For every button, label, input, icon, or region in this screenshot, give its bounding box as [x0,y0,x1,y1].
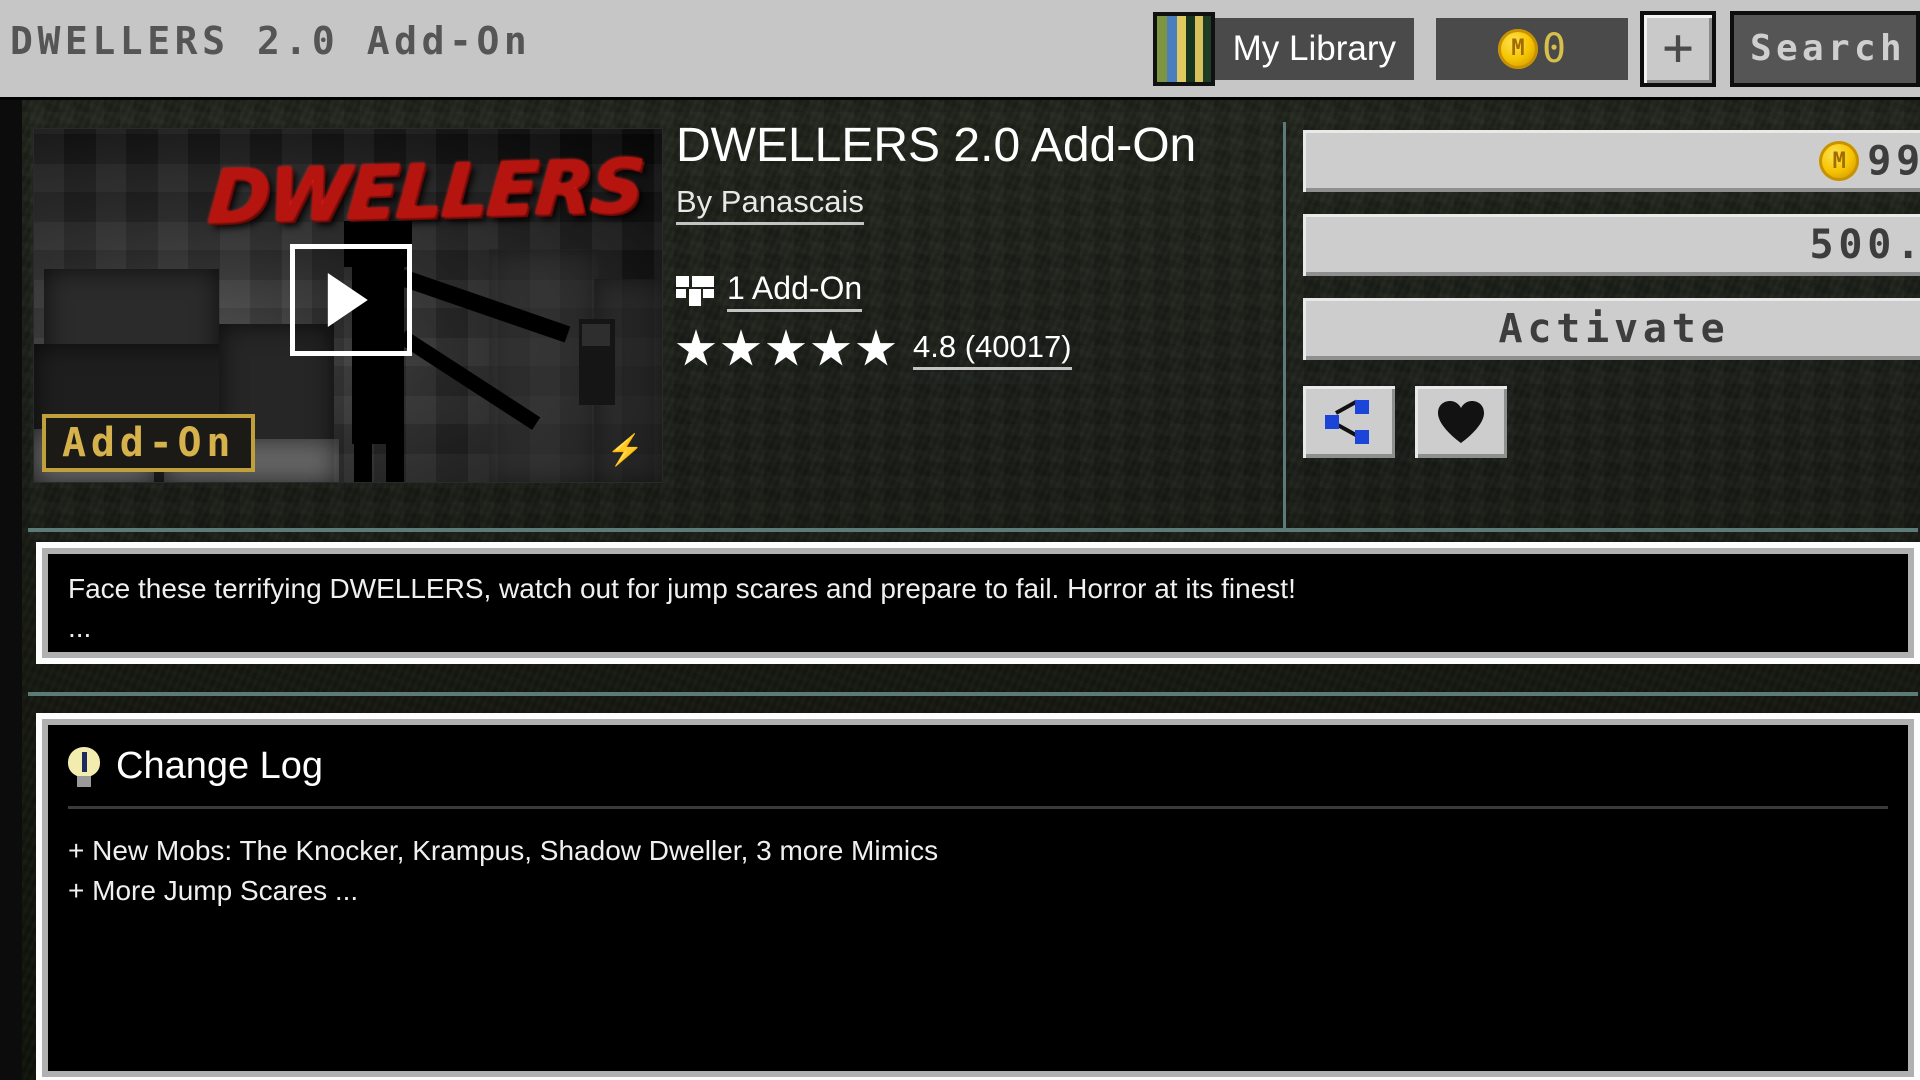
creature-secondary-head [582,324,610,346]
favorite-button[interactable] [1415,386,1507,458]
add-coins-button[interactable]: + [1640,10,1716,87]
activate-label: Activate [1498,306,1730,352]
search-input[interactable]: Search [1730,10,1920,87]
play-triangle-icon [327,273,368,327]
addon-type-badge: Add-On [42,414,256,472]
buy-with-coins-button[interactable]: 99 [1303,130,1920,192]
lightning-bolt-icon: ⚡ [606,434,644,467]
star-icon [856,329,896,366]
star-rating [676,329,896,369]
addon-count-label: 1 Add-On [727,270,863,312]
vertical-divider [1283,122,1286,532]
share-nodes-icon [1325,399,1373,444]
play-video-button[interactable] [290,244,412,356]
item-thumbnail[interactable]: DWELLERS Add-On ⚡ [33,128,663,483]
minecoin-icon [1819,141,1860,181]
coin-price-label: 99 [1867,138,1920,184]
creature-leg [386,429,404,482]
item-info: DWELLERS 2.0 Add-On By Panascais 1 Add-O… [676,118,1276,370]
changelog-line: + More Jump Scares ... [68,874,359,906]
left-rail [0,100,22,1080]
puzzle-piece-icon [676,275,714,306]
minecoin-icon [1497,28,1538,69]
page-title: DWELLERS 2.0 Add-On [10,19,532,63]
star-icon [811,329,851,366]
rating-row[interactable]: 4.8 (40017) [676,329,1276,370]
activate-button[interactable]: Activate [1303,298,1920,360]
description-line: ... [68,611,92,643]
coin-balance-display[interactable]: 0 [1436,17,1628,80]
addon-badge-label: Add-On [62,420,236,466]
lightbulb-info-icon [68,746,100,787]
dwellers-logo: DWELLERS [205,143,646,241]
heart-icon [1438,401,1484,443]
header-actions: My Library 0 + Search [1152,0,1920,97]
purchase-panel: 99 500. Activate [1303,130,1920,458]
content-area: DWELLERS Add-On ⚡ DWELLERS 2.0 Add-On By… [0,100,1920,1080]
my-library-label: My Library [1214,17,1414,80]
creature-leg [354,429,372,482]
currency-price-label: 500. [1809,222,1920,268]
section-divider [28,692,1918,696]
secondary-actions [1303,386,1920,458]
changelog-title: Change Log [116,745,324,787]
bookshelf-icon [1152,11,1215,86]
addon-count-row[interactable]: 1 Add-On [676,270,1276,312]
buy-with-currency-button[interactable]: 500. [1303,214,1920,276]
my-library-button[interactable]: My Library [1152,11,1414,86]
changelog-header: Change Log [42,719,1914,788]
search-placeholder: Search [1750,28,1906,69]
share-button[interactable] [1303,386,1395,458]
star-icon [766,329,806,366]
description-panel: Face these terrifying DWELLERS, watch ou… [36,542,1920,664]
changelog-line: + New Mobs: The Knocker, Krampus, Shadow… [68,835,939,866]
section-divider [28,528,1918,532]
item-title: DWELLERS 2.0 Add-On [676,119,1197,172]
changelog-panel: Change Log + New Mobs: The Knocker, Kram… [36,713,1920,1080]
star-icon [721,329,761,366]
coin-balance-value: 0 [1541,25,1567,72]
app-header: DWELLERS 2.0 Add-On My Library 0 + Searc… [0,0,1920,100]
star-icon [676,329,716,366]
author-link[interactable]: By Panascais [676,184,864,225]
plus-icon: + [1662,18,1694,79]
description-line: Face these terrifying DWELLERS, watch ou… [68,573,1296,604]
rating-value: 4.8 (40017) [913,329,1072,370]
